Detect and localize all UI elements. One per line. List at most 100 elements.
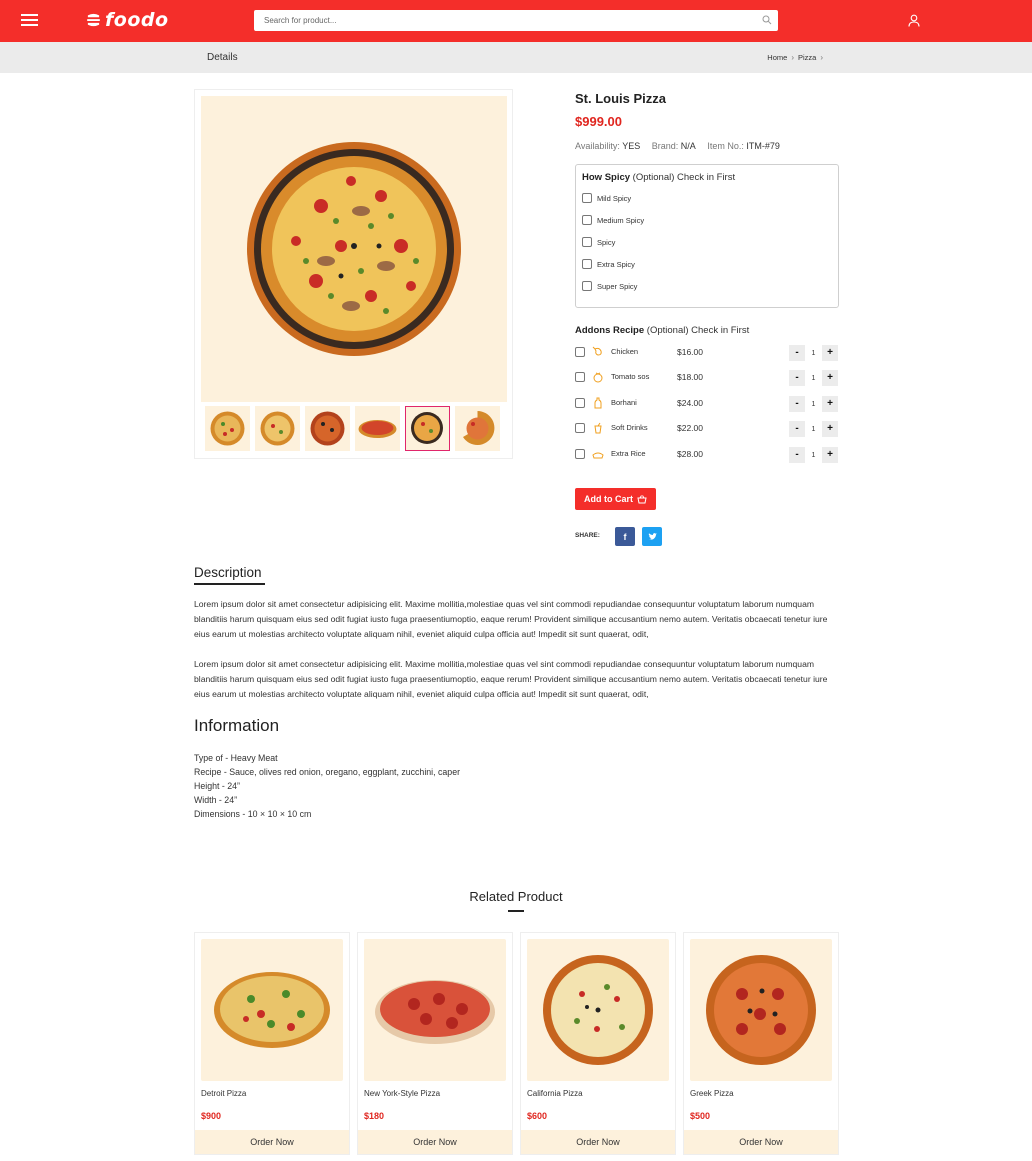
spicy-title: How Spicy (Optional) Check in First [582, 172, 735, 183]
thumbnail[interactable] [355, 406, 400, 451]
description-paragraph: Lorem ipsum dolor sit amet consectetur a… [194, 599, 828, 639]
product-name[interactable]: New York-Style Pizza [364, 1089, 440, 1098]
product-card[interactable]: Detroit Pizza $900 Order Now [194, 932, 350, 1155]
information-heading: Information [194, 716, 280, 735]
spicy-option-extra[interactable]: Extra Spicy [582, 259, 635, 269]
order-now-button[interactable]: Order Now [358, 1130, 512, 1154]
increment-button[interactable]: + [822, 447, 838, 463]
decrement-button[interactable]: - [789, 447, 805, 463]
soft-drink-icon [594, 422, 602, 434]
twitter-share-button[interactable] [642, 527, 662, 546]
product-name[interactable]: Greek Pizza [690, 1089, 734, 1098]
quantity-input[interactable] [805, 370, 822, 386]
quantity-stepper: - + [789, 396, 838, 412]
quantity-stepper: - + [789, 421, 838, 437]
spicy-option-super[interactable]: Super Spicy [582, 281, 637, 291]
increment-button[interactable]: + [822, 396, 838, 412]
breadcrumb-home[interactable]: Home [767, 53, 787, 62]
product-card[interactable]: New York-Style Pizza $180 Order Now [357, 932, 513, 1155]
order-now-button[interactable]: Order Now [195, 1130, 349, 1154]
availability-label: Availability: [575, 141, 620, 151]
checkbox[interactable] [582, 237, 592, 247]
thumbnail[interactable] [305, 406, 350, 451]
chicken-icon [592, 346, 602, 356]
decrement-button[interactable]: - [789, 421, 805, 437]
addon-name: Tomato sos [611, 372, 650, 381]
thumbnail-active[interactable] [405, 406, 450, 451]
spicy-title-rest: (Optional) Check in First [630, 172, 736, 183]
search-icon[interactable] [762, 15, 772, 25]
breadcrumb-pizza[interactable]: Pizza [798, 53, 816, 62]
product-name[interactable]: Detroit Pizza [201, 1089, 246, 1098]
brand-logo[interactable]: foodo [86, 9, 169, 31]
increment-button[interactable]: + [822, 421, 838, 437]
item-value: ITM-#79 [746, 141, 780, 151]
product-price: $600 [527, 1111, 548, 1121]
brand-value: N/A [680, 141, 696, 151]
thumbnail[interactable] [255, 406, 300, 451]
checkbox[interactable] [575, 347, 585, 357]
checkbox[interactable] [575, 398, 585, 408]
heading-underline [508, 910, 524, 912]
pizza-image [247, 142, 461, 356]
search-input[interactable] [254, 10, 754, 31]
quantity-input[interactable] [805, 447, 822, 463]
product-image[interactable] [201, 939, 343, 1081]
quantity-input[interactable] [805, 345, 822, 361]
checkbox[interactable] [582, 259, 592, 269]
product-name[interactable]: California Pizza [527, 1089, 583, 1098]
thumbnail[interactable] [455, 406, 500, 451]
checkbox[interactable] [582, 215, 592, 225]
user-icon[interactable] [908, 14, 920, 27]
addon-row: Chicken $16.00 - + [575, 345, 839, 361]
thumbnail-strip [205, 406, 505, 451]
rice-icon [592, 452, 604, 459]
brand-label: Brand: [651, 141, 679, 151]
add-to-cart-button[interactable]: Add to Cart [575, 488, 656, 510]
quantity-input[interactable] [805, 396, 822, 412]
order-now-button[interactable]: Order Now [684, 1130, 838, 1154]
checkbox[interactable] [575, 449, 585, 459]
facebook-share-button[interactable]: f [615, 527, 635, 546]
availability-value: YES [622, 141, 641, 151]
spicy-title-bold: How Spicy [582, 172, 631, 183]
quantity-stepper: - + [789, 345, 838, 361]
product-title: St. Louis Pizza [575, 91, 667, 106]
page-title: Details [207, 52, 238, 63]
hamburger-icon[interactable] [21, 14, 38, 26]
spicy-option-medium[interactable]: Medium Spicy [582, 215, 644, 225]
increment-button[interactable]: + [822, 345, 838, 361]
product-image[interactable] [527, 939, 669, 1081]
option-label: Spicy [597, 237, 616, 247]
quantity-stepper: - + [789, 370, 838, 386]
product-price: $180 [364, 1111, 385, 1121]
tomato-icon [593, 372, 603, 383]
product-price: $500 [690, 1111, 711, 1121]
option-label: Super Spicy [597, 281, 638, 291]
checkbox[interactable] [582, 281, 592, 291]
addon-price: $24.00 [677, 398, 703, 408]
addons-title: Addons Recipe (Optional) Check in First [575, 325, 749, 336]
quantity-input[interactable] [805, 421, 822, 437]
checkbox[interactable] [582, 193, 592, 203]
product-image[interactable] [364, 939, 506, 1081]
spicy-option-mild[interactable]: Mild Spicy [582, 193, 631, 203]
info-line: Dimensions - 10 × 10 × 10 cm [194, 809, 312, 819]
checkbox[interactable] [575, 423, 585, 433]
breadcrumb: Home › Pizza › [767, 53, 827, 62]
addons-title-bold: Addons Recipe [575, 325, 645, 336]
addon-row: Extra Rice $28.00 - + [575, 447, 839, 463]
decrement-button[interactable]: - [789, 345, 805, 361]
decrement-button[interactable]: - [789, 370, 805, 386]
checkbox[interactable] [575, 372, 585, 382]
spicy-option-spicy[interactable]: Spicy [582, 237, 615, 247]
order-now-button[interactable]: Order Now [521, 1130, 675, 1154]
increment-button[interactable]: + [822, 370, 838, 386]
product-image[interactable] [690, 939, 832, 1081]
item-label: Item No.: [707, 141, 744, 151]
product-card[interactable]: Greek Pizza $500 Order Now [683, 932, 839, 1155]
product-card[interactable]: California Pizza $600 Order Now [520, 932, 676, 1155]
decrement-button[interactable]: - [789, 396, 805, 412]
info-line: Height - 24” [194, 781, 240, 791]
thumbnail[interactable] [205, 406, 250, 451]
